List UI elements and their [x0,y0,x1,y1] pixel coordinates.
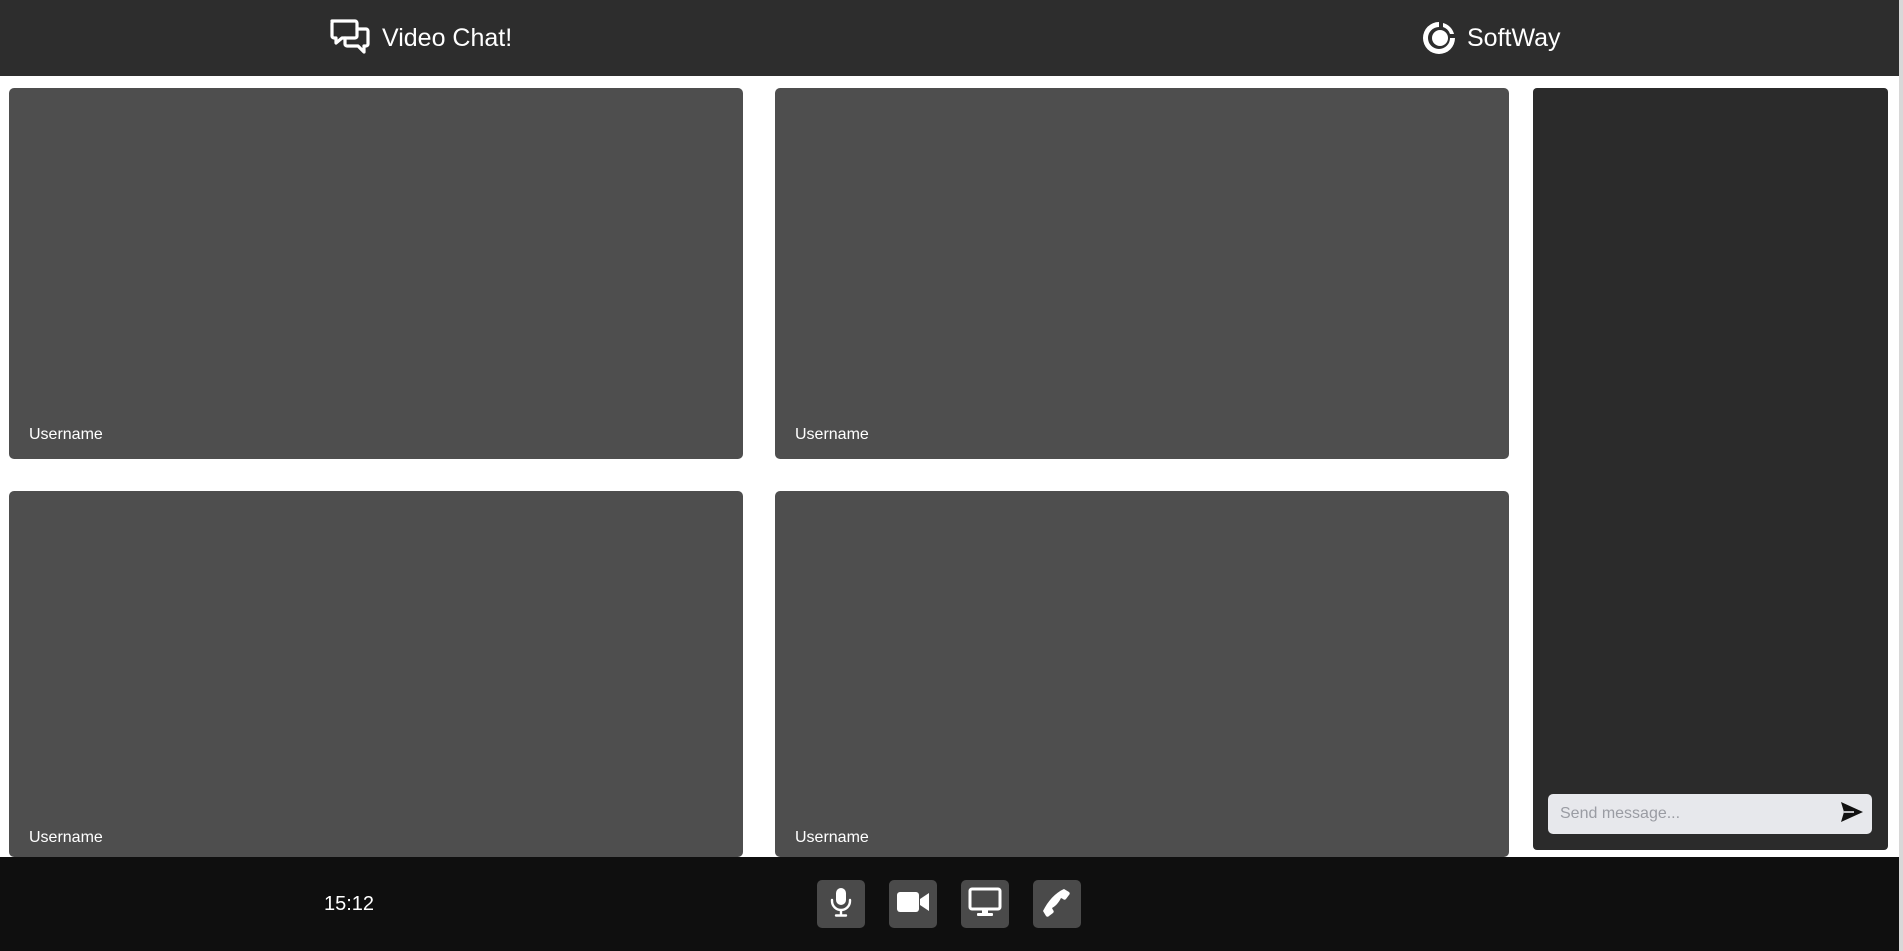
app-title: Video Chat! [382,23,513,52]
camera-button[interactable] [889,880,937,928]
chat-bubbles-icon [328,16,372,60]
call-footer: 15:12 [0,857,1899,951]
video-camera-icon [896,891,930,918]
tile-username: Username [29,829,103,846]
brand-name: SoftWay [1467,23,1561,52]
chat-message-input[interactable] [1548,794,1832,834]
phone-icon [1042,887,1072,922]
call-timer: 15:12 [324,892,375,915]
video-tile[interactable]: Username [775,491,1509,857]
send-button[interactable] [1832,794,1872,834]
send-arrow-icon [1840,801,1864,828]
brand-group: SoftWay [1421,0,1561,76]
page-scrollbar[interactable] [1899,0,1903,951]
call-controls [817,880,1081,928]
monitor-icon [968,887,1002,922]
microphone-icon [829,887,853,922]
chat-panel [1533,88,1888,850]
tile-username: Username [795,426,869,443]
microphone-button[interactable] [817,880,865,928]
video-tile[interactable]: Username [775,88,1509,459]
video-tile[interactable]: Username [9,88,743,459]
call-button[interactable] [1033,880,1081,928]
tile-username: Username [29,426,103,443]
app-title-group: Video Chat! [328,0,512,76]
app-header: Video Chat! SoftWay [0,0,1899,76]
tile-username: Username [795,829,869,846]
softway-logo-icon [1421,20,1457,56]
screen-share-button[interactable] [961,880,1009,928]
video-tile[interactable]: Username [9,491,743,857]
chat-input-container [1548,794,1872,834]
